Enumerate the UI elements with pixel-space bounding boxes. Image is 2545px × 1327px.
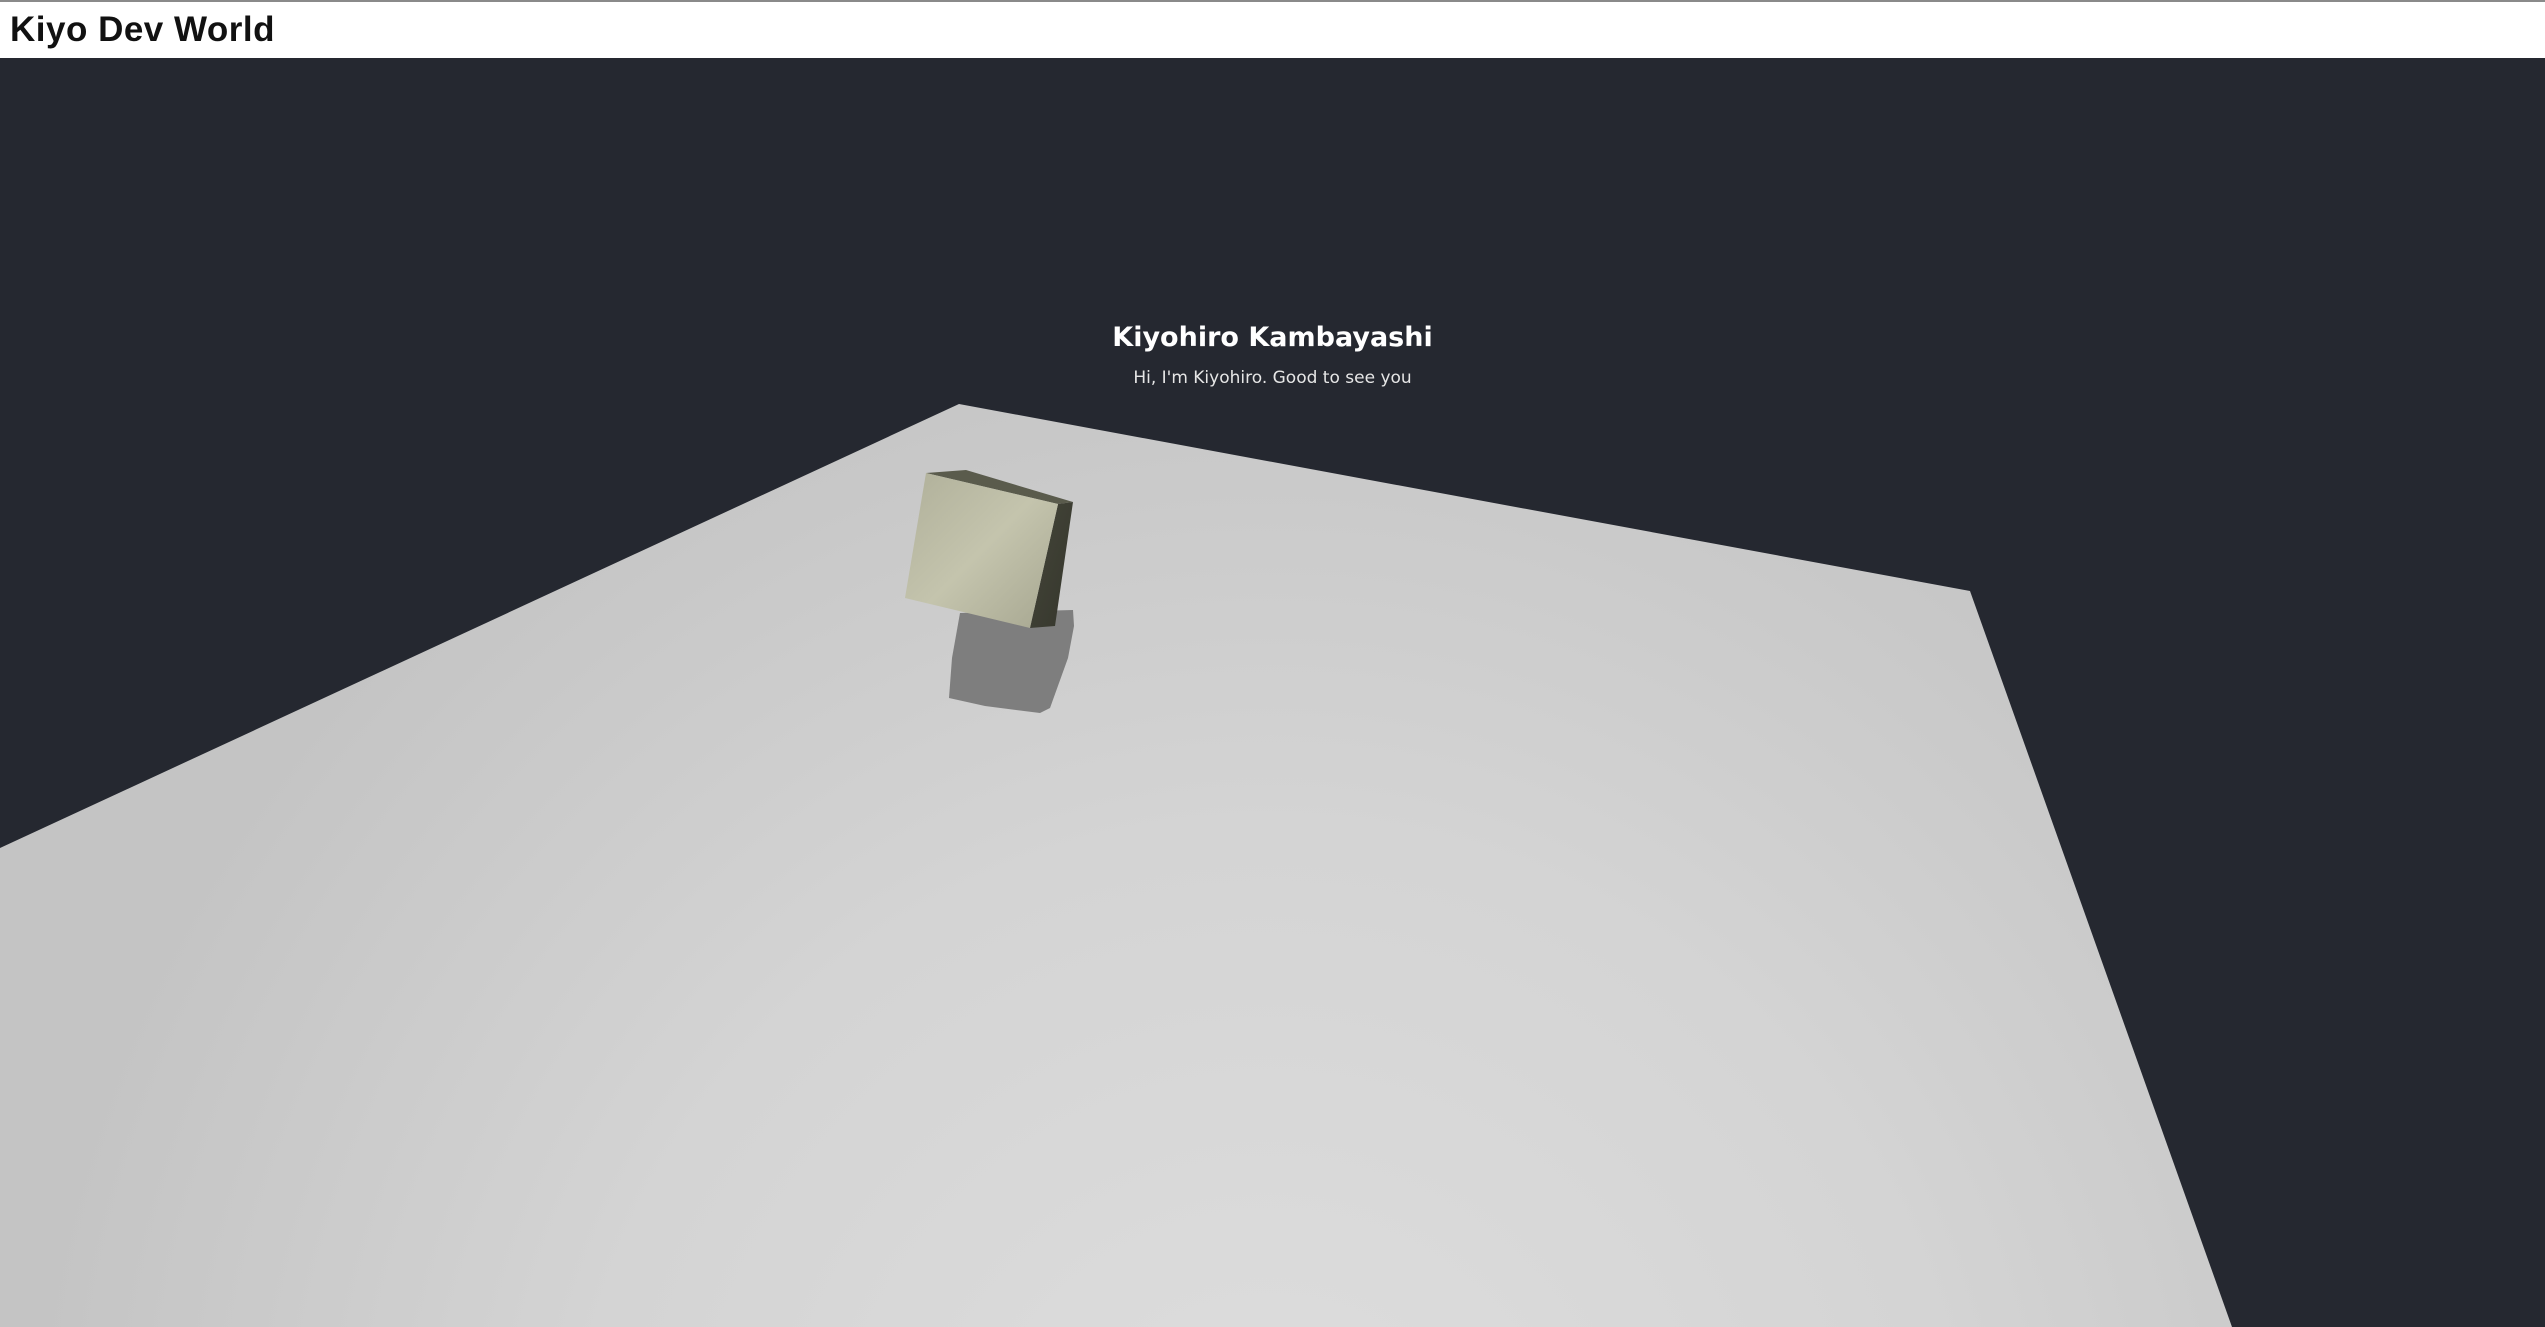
site-title[interactable]: Kiyo Dev World [10, 10, 275, 50]
hero-greeting: Hi, I'm Kiyohiro. Good to see you [1133, 368, 1412, 388]
3d-scene-canvas[interactable]: Kiyohiro Kambayashi Hi, I'm Kiyohiro. Go… [0, 58, 2545, 1327]
floor-plane [0, 404, 2232, 1327]
site-header: Kiyo Dev World [0, 2, 2545, 58]
hero-section: Kiyohiro Kambayashi Hi, I'm Kiyohiro. Go… [0, 320, 2545, 390]
hero-name: Kiyohiro Kambayashi [1112, 322, 1433, 353]
scene-graphics [0, 404, 2232, 1327]
